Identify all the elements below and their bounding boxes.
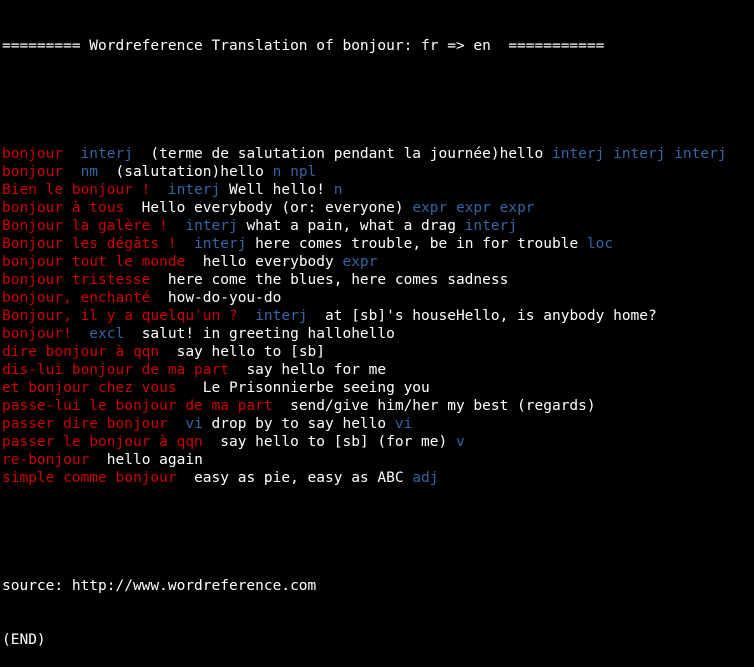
french-term: simple comme bonjour — [2, 470, 177, 486]
part-of-speech: interj — [464, 218, 518, 234]
part-of-speech: vi — [394, 416, 413, 432]
french-term: Bien le bonjour ! — [2, 182, 151, 198]
french-term: bonjour! — [2, 326, 72, 342]
english-translation: here come the blues, here comes sadness — [150, 272, 509, 288]
part-of-speech: expr expr expr — [412, 200, 535, 216]
french-term: bonjour tout le monde — [2, 254, 186, 270]
translation-entry: bonjour tristesse here come the blues, h… — [2, 271, 752, 289]
french-term: Bonjour, il y a quelqu'un ? — [2, 308, 238, 324]
translation-entry: simple comme bonjour easy as pie, easy a… — [2, 469, 752, 487]
english-translation: Hello everybody (or: everyone) — [124, 200, 413, 216]
translation-entry: passe-lui le bonjour de ma part send/giv… — [2, 397, 752, 415]
english-translation: at [sb]'s houseHello, is anybody home? — [307, 308, 657, 324]
part-of-speech: interj interj interj — [551, 146, 727, 162]
english-translation: say hello to [sb] (for me) — [202, 434, 456, 450]
translation-entry: bonjour, enchanté how-do-you-do — [2, 289, 752, 307]
part-of-speech: interj — [167, 218, 238, 234]
french-term: bonjour à tous — [2, 200, 125, 216]
french-term: passe-lui le bonjour de ma part — [2, 398, 273, 414]
english-translation: Well hello! — [220, 182, 334, 198]
translation-entry: Bonjour la galère ! interj what a pain, … — [2, 217, 752, 235]
part-of-speech: interj — [176, 236, 247, 252]
part-of-speech: nm — [63, 164, 99, 180]
english-translation: how-do-you-do — [150, 290, 282, 306]
translation-entry: bonjour à tous Hello everybody (or: ever… — [2, 199, 752, 217]
english-translation: hello again — [89, 452, 203, 468]
english-translation: Le Prisonnierbe seeing you — [176, 380, 430, 396]
english-translation: say hello for me — [228, 362, 387, 378]
french-term: dis-lui bonjour de ma part — [2, 362, 229, 378]
part-of-speech: expr — [342, 254, 378, 270]
header-line: ========= Wordreference Translation of b… — [2, 38, 605, 54]
translation-entry: passer le bonjour à qqn say hello to [sb… — [2, 433, 752, 451]
french-term: dire bonjour à qqn — [2, 344, 160, 360]
english-translation: salut! in greeting hallohello — [124, 326, 395, 342]
translation-entry: et bonjour chez vous Le Prisonnierbe see… — [2, 379, 752, 397]
part-of-speech: interj — [150, 182, 221, 198]
part-of-speech: v — [455, 434, 465, 450]
part-of-speech: vi — [167, 416, 203, 432]
english-translation: say hello to [sb] — [159, 344, 326, 360]
english-translation: (terme de salutation pendant la journée)… — [132, 146, 552, 162]
french-term: re-bonjour — [2, 452, 90, 468]
part-of-speech: n — [333, 182, 343, 198]
translation-entry: bonjour! excl salut! in greeting hallohe… — [2, 325, 752, 343]
end-marker: (END) — [2, 632, 46, 648]
english-translation: easy as pie, easy as ABC — [176, 470, 413, 486]
translation-entry: dire bonjour à qqn say hello to [sb] — [2, 343, 752, 361]
english-translation: what a pain, what a drag — [237, 218, 465, 234]
part-of-speech: n npl — [272, 164, 317, 180]
part-of-speech: adj — [412, 470, 439, 486]
french-term: Bonjour les dégâts ! — [2, 236, 177, 252]
french-term: Bonjour la galère ! — [2, 218, 168, 234]
french-term: bonjour, enchanté — [2, 290, 151, 306]
part-of-speech: interj — [237, 308, 308, 324]
english-translation: here comes trouble, be in for trouble — [246, 236, 587, 252]
translation-entry: Bien le bonjour ! interj Well hello! n — [2, 181, 752, 199]
source-line: source: http://www.wordreference.com — [2, 578, 317, 594]
translation-entries: bonjour interj (terme de salutation pend… — [2, 145, 752, 487]
part-of-speech: loc — [586, 236, 614, 252]
french-term: bonjour — [2, 146, 64, 162]
translation-entry: passer dire bonjour vi drop by to say he… — [2, 415, 752, 433]
english-translation: (salutation)hello — [98, 164, 273, 180]
english-translation: send/give him/her my best (regards) — [272, 398, 596, 414]
translation-entry: bonjour nm (salutation)hello n npl — [2, 163, 752, 181]
translation-entry: dis-lui bonjour de ma part say hello for… — [2, 361, 752, 379]
translation-entry: bonjour interj (terme de salutation pend… — [2, 145, 752, 163]
french-term: passer le bonjour à qqn — [2, 434, 203, 450]
french-term: bonjour tristesse — [2, 272, 151, 288]
part-of-speech: excl — [71, 326, 125, 342]
french-term: bonjour — [2, 164, 64, 180]
translation-entry: Bonjour les dégâts ! interj here comes t… — [2, 235, 752, 253]
english-translation: drop by to say hello — [202, 416, 395, 432]
french-term: et bonjour chez vous — [2, 380, 177, 396]
translation-entry: re-bonjour hello again — [2, 451, 752, 469]
translation-entry: bonjour tout le monde hello everybody ex… — [2, 253, 752, 271]
terminal-output: ========= Wordreference Translation of b… — [2, 1, 752, 667]
english-translation: hello everybody — [185, 254, 343, 270]
part-of-speech: interj — [63, 146, 133, 162]
translation-entry: Bonjour, il y a quelqu'un ? interj at [s… — [2, 307, 752, 325]
french-term: passer dire bonjour — [2, 416, 168, 432]
